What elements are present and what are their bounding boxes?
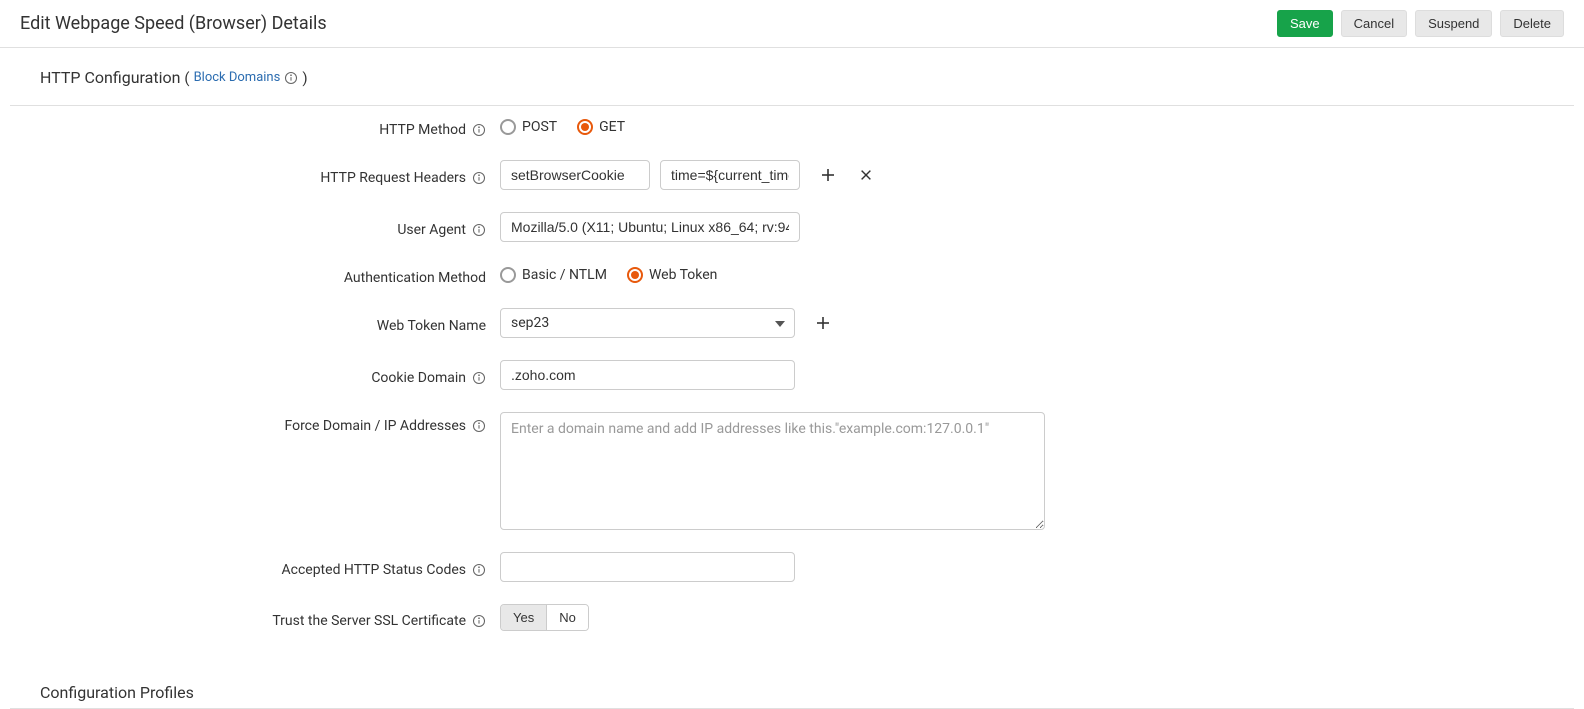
trust-ssl-no-button[interactable]: No <box>547 605 588 630</box>
cookie-domain-input[interactable] <box>500 360 795 390</box>
user-agent-label-text: User Agent <box>397 222 466 238</box>
http-config-form: HTTP Method POST GET HTTP Request Header… <box>0 106 1584 683</box>
info-icon[interactable] <box>472 614 486 628</box>
suspend-button[interactable]: Suspend <box>1415 10 1492 37</box>
auth-method-row: Authentication Method Basic / NTLM Web T… <box>40 264 1544 286</box>
trust-ssl-label-text: Trust the Server SSL Certificate <box>272 613 466 629</box>
web-token-row: Web Token Name sep23 <box>40 308 1544 338</box>
force-domain-row: Force Domain / IP Addresses <box>40 412 1544 530</box>
cancel-button[interactable]: Cancel <box>1341 10 1407 37</box>
http-config-title-text: HTTP Configuration <box>40 68 180 87</box>
radio-label: POST <box>522 119 557 135</box>
trust-ssl-yes-button[interactable]: Yes <box>501 605 547 630</box>
save-button[interactable]: Save <box>1277 10 1333 37</box>
info-icon[interactable] <box>472 371 486 385</box>
trust-ssl-label: Trust the Server SSL Certificate <box>40 607 500 629</box>
config-profiles-section: Configuration Profiles <box>0 683 1584 708</box>
radio-label: Web Token <box>649 267 717 283</box>
http-config-section-header: HTTP Configuration ( Block Domains ) <box>0 48 1584 105</box>
accepted-status-label-text: Accepted HTTP Status Codes <box>281 562 466 578</box>
radio-label: GET <box>599 119 625 135</box>
page-header: Edit Webpage Speed (Browser) Details Sav… <box>0 0 1584 48</box>
header-name-input[interactable] <box>500 160 650 190</box>
radio-icon <box>627 267 643 283</box>
http-method-post-radio[interactable]: POST <box>500 119 557 135</box>
info-icon[interactable] <box>472 171 486 185</box>
web-token-label-text: Web Token Name <box>377 318 486 334</box>
radio-icon <box>500 267 516 283</box>
action-buttons: Save Cancel Suspend Delete <box>1277 10 1564 37</box>
paren-close: ) <box>302 69 307 87</box>
request-headers-label: HTTP Request Headers <box>40 164 500 186</box>
info-icon[interactable] <box>472 563 486 577</box>
radio-icon <box>577 119 593 135</box>
block-domains-link[interactable]: Block Domains <box>194 70 299 85</box>
plus-icon[interactable] <box>813 313 833 333</box>
close-icon[interactable] <box>856 165 876 185</box>
block-domains-label: Block Domains <box>194 70 281 85</box>
plus-icon[interactable] <box>818 165 838 185</box>
delete-button[interactable]: Delete <box>1500 10 1564 37</box>
http-config-title: HTTP Configuration ( Block Domains ) <box>40 68 1544 95</box>
auth-method-label-text: Authentication Method <box>344 270 486 286</box>
auth-basic-radio[interactable]: Basic / NTLM <box>500 267 607 283</box>
user-agent-input[interactable] <box>500 212 800 242</box>
http-method-label-text: HTTP Method <box>379 122 466 138</box>
info-icon <box>284 71 298 85</box>
user-agent-row: User Agent <box>40 212 1544 242</box>
trust-ssl-row: Trust the Server SSL Certificate Yes No <box>40 604 1544 631</box>
paren-open: ( <box>184 69 189 87</box>
web-token-select-value: sep23 <box>500 308 795 338</box>
web-token-select[interactable]: sep23 <box>500 308 795 338</box>
auth-method-radio-group: Basic / NTLM Web Token <box>500 267 717 283</box>
auth-method-label: Authentication Method <box>40 264 500 286</box>
http-method-label: HTTP Method <box>40 116 500 138</box>
trust-ssl-toggle: Yes No <box>500 604 589 631</box>
request-headers-row: HTTP Request Headers <box>40 160 1544 190</box>
http-method-row: HTTP Method POST GET <box>40 116 1544 138</box>
accepted-status-input[interactable] <box>500 552 795 582</box>
accepted-status-row: Accepted HTTP Status Codes <box>40 552 1544 582</box>
info-icon[interactable] <box>472 223 486 237</box>
http-method-radio-group: POST GET <box>500 119 625 135</box>
request-headers-label-text: HTTP Request Headers <box>320 170 466 186</box>
http-method-get-radio[interactable]: GET <box>577 119 625 135</box>
force-domain-label-text: Force Domain / IP Addresses <box>284 418 466 434</box>
info-icon[interactable] <box>472 419 486 433</box>
web-token-label: Web Token Name <box>40 312 500 334</box>
config-profiles-title: Configuration Profiles <box>40 683 1544 708</box>
cookie-domain-label-text: Cookie Domain <box>371 370 466 386</box>
cookie-domain-label: Cookie Domain <box>40 364 500 386</box>
accepted-status-label: Accepted HTTP Status Codes <box>40 556 500 578</box>
radio-icon <box>500 119 516 135</box>
info-icon[interactable] <box>472 123 486 137</box>
cookie-domain-row: Cookie Domain <box>40 360 1544 390</box>
user-agent-label: User Agent <box>40 216 500 238</box>
force-domain-textarea[interactable] <box>500 412 1045 530</box>
auth-webtoken-radio[interactable]: Web Token <box>627 267 717 283</box>
header-value-input[interactable] <box>660 160 800 190</box>
radio-label: Basic / NTLM <box>522 267 607 283</box>
page-title: Edit Webpage Speed (Browser) Details <box>20 13 327 34</box>
force-domain-label: Force Domain / IP Addresses <box>40 412 500 434</box>
